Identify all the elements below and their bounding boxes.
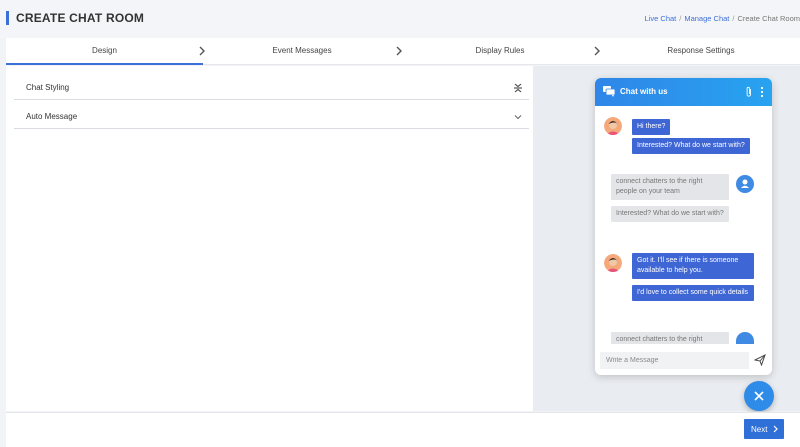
chat-message-visitor: Interested? What do we start with? [611, 206, 729, 222]
next-button-label: Next [751, 424, 768, 434]
chat-message-visitor: connect chatters to the right people on … [611, 174, 729, 200]
chevron-right-icon [594, 46, 600, 56]
breadcrumb-manage-chat[interactable]: Manage Chat [684, 14, 729, 23]
chevron-down-icon [514, 115, 522, 120]
wizard-stepper: Design Event Messages Display Rules Resp… [6, 38, 800, 65]
breadcrumb-separator: / [732, 14, 735, 23]
breadcrumb-live-chat[interactable]: Live Chat [645, 14, 677, 23]
breadcrumb: Live Chat / Manage Chat / Create Chat Room [645, 14, 800, 23]
chat-message-bot: Interested? What do we start with? [632, 138, 750, 154]
step-response-settings[interactable]: Response Settings [602, 38, 800, 65]
breadcrumb-current: Create Chat Room [737, 14, 800, 23]
accordion-label: Chat Styling [26, 83, 70, 92]
chat-widget-title: Chat with us [620, 87, 668, 96]
next-button[interactable]: Next [744, 419, 784, 439]
chat-bubbles-icon [603, 86, 615, 97]
chevron-right-icon [396, 46, 402, 56]
chat-message-bot: Got it. I'll see if there is someone ava… [632, 253, 754, 279]
accordion-label: Auto Message [26, 112, 78, 121]
chevron-right-icon [199, 46, 205, 56]
agent-avatar [604, 117, 622, 135]
visitor-avatar [736, 332, 754, 344]
paperclip-icon[interactable] [745, 86, 753, 98]
close-icon [754, 391, 764, 401]
collapse-icon [514, 83, 522, 93]
page-header: CREATE CHAT ROOM Live Chat / Manage Chat / C… [0, 0, 800, 38]
visitor-avatar [736, 175, 754, 193]
close-chat-button[interactable] [744, 381, 774, 411]
chat-message-bot: Hi there? [632, 119, 671, 135]
chat-widget-preview: Chat with us Hi there? Interested? What … [595, 78, 772, 375]
user-icon [741, 179, 749, 188]
agent-avatar [604, 254, 622, 272]
step-design[interactable]: Design [6, 38, 203, 65]
step-display-rules[interactable]: Display Rules [404, 38, 596, 65]
accordion-auto-message[interactable]: Auto Message [14, 104, 529, 129]
step-event-messages[interactable]: Event Messages [206, 38, 398, 65]
chat-widget-header: Chat with us [595, 78, 772, 106]
more-vertical-icon[interactable] [760, 86, 764, 98]
page-title: CREATE CHAT ROOM [6, 11, 144, 25]
message-input[interactable] [600, 352, 749, 369]
chat-message-bot: I'd love to collect some quick details [632, 285, 754, 301]
breadcrumb-separator: / [679, 14, 682, 23]
chat-message-visitor: connect chatters to the right [611, 332, 729, 344]
wizard-footer: Next [6, 412, 800, 447]
send-icon[interactable] [754, 354, 766, 366]
accordion-chat-styling[interactable]: Chat Styling [14, 75, 529, 100]
chevron-right-icon [773, 425, 778, 433]
design-settings-panel: Chat Styling Auto Message [6, 66, 533, 411]
